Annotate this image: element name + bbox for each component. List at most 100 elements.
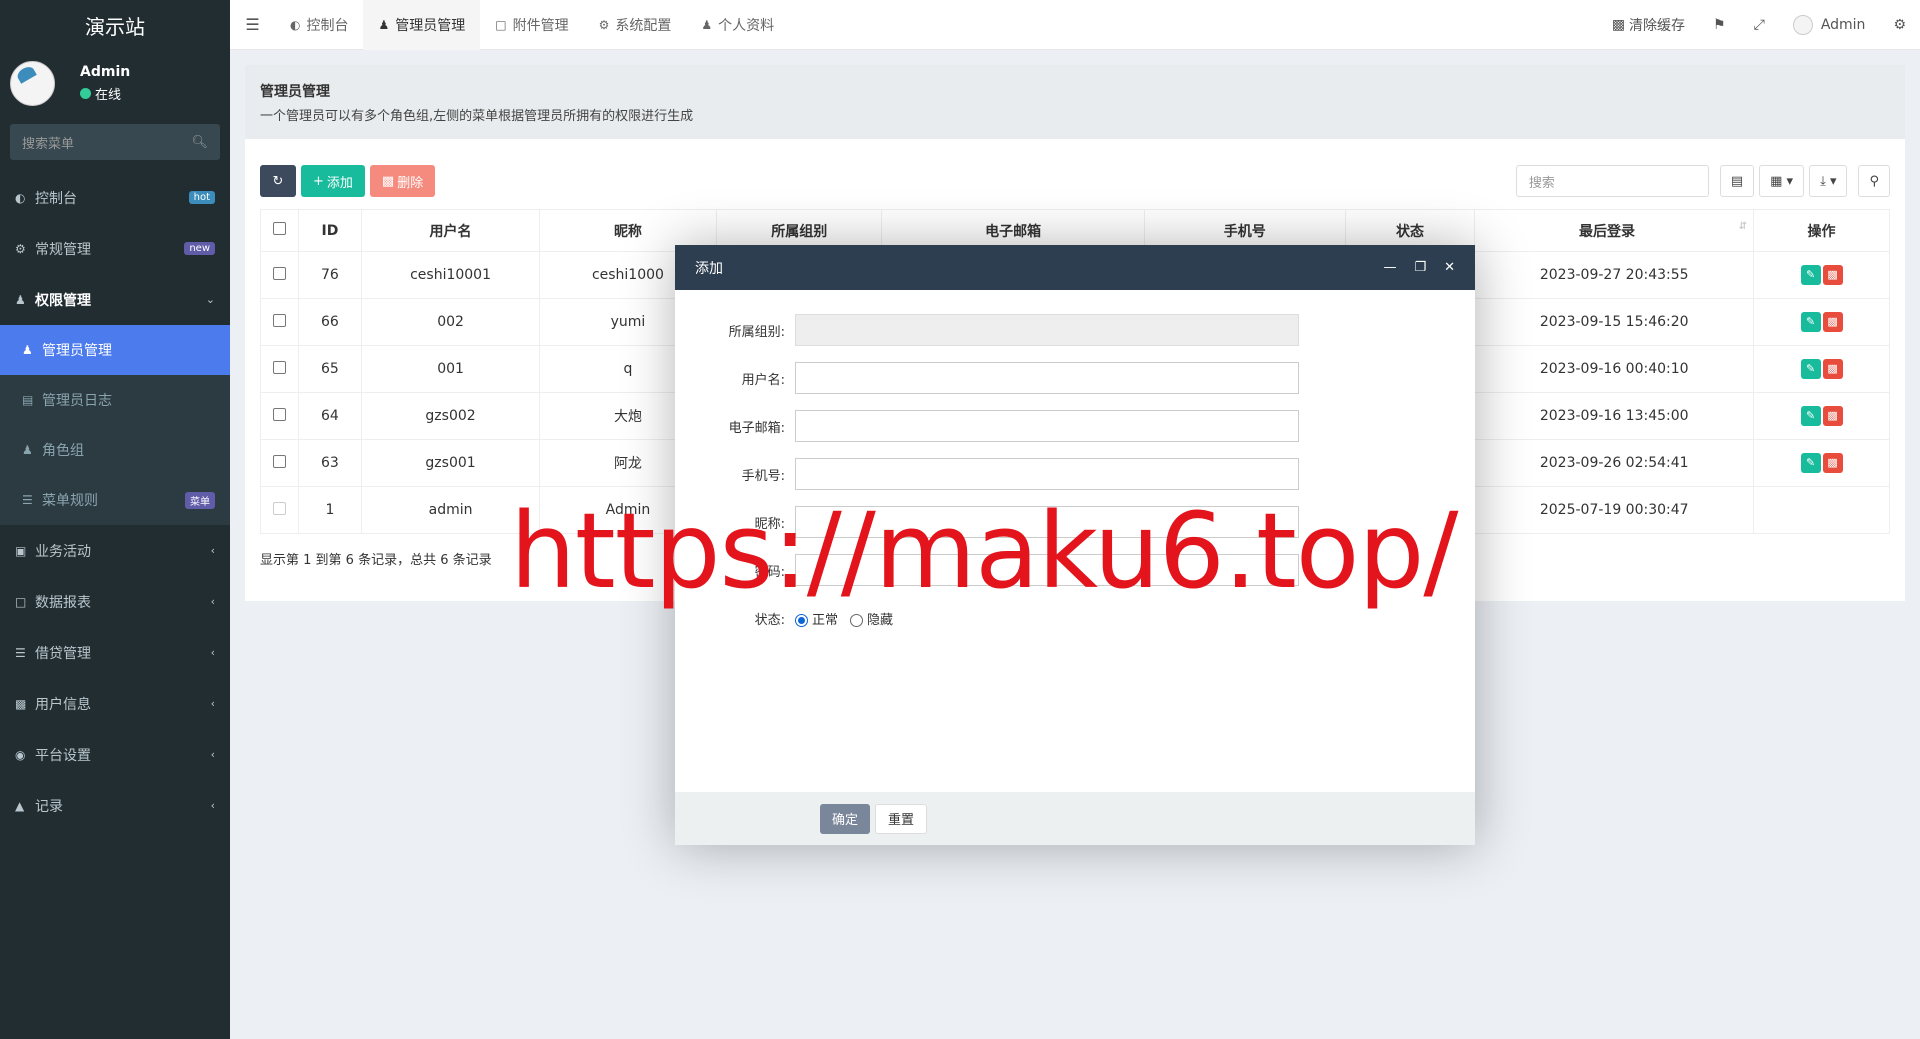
sidebar-item-business[interactable]: ▣ 业务活动 ‹ bbox=[0, 525, 230, 576]
reset-button[interactable]: 重置 bbox=[875, 803, 928, 834]
list-alt-icon: ▤ bbox=[22, 393, 34, 407]
nickname-label: 昵称: bbox=[754, 516, 785, 532]
menu-badge: 菜单 bbox=[185, 491, 215, 509]
sidebar-item-platform[interactable]: ◉ 平台设置 ‹ bbox=[0, 729, 230, 780]
user-icon: ♟ bbox=[701, 17, 713, 32]
dialog-footer: 确定 重置 bbox=[675, 792, 1475, 845]
brand-logo[interactable]: 演示站 bbox=[0, 0, 230, 50]
status-hidden-label: 隐藏 bbox=[867, 612, 894, 628]
group-select[interactable] bbox=[795, 314, 1299, 346]
status-radio-group: 正常 隐藏 bbox=[795, 609, 893, 628]
email-input[interactable] bbox=[795, 410, 1299, 442]
sidebar-item-dashboard[interactable]: ◐ 控制台 hot bbox=[0, 172, 230, 223]
address-book-icon: ▩ bbox=[15, 696, 27, 711]
user-panel: Admin 在线 bbox=[0, 50, 230, 116]
fullscreen-icon[interactable]: ⤢ bbox=[1740, 17, 1779, 33]
row-checkbox-disabled bbox=[272, 501, 286, 515]
sidebar-item-user-info[interactable]: ▩ 用户信息 ‹ bbox=[0, 678, 230, 729]
menu-toggle-icon[interactable]: ☰ bbox=[230, 15, 275, 34]
cell-username: ceshi10001 bbox=[361, 251, 540, 299]
tab-label: 控制台 bbox=[306, 17, 349, 34]
edit-icon[interactable]: ✎ bbox=[1800, 453, 1821, 473]
table-search-input[interactable]: 搜索 bbox=[1515, 165, 1709, 197]
user-menu[interactable]: Admin bbox=[1779, 14, 1880, 35]
sidebar-item-loans[interactable]: ☰ 借贷管理 ‹ bbox=[0, 627, 230, 678]
row-checkbox[interactable] bbox=[272, 266, 286, 280]
menu-search-input[interactable]: 搜索菜单 🔍︎ bbox=[10, 124, 220, 160]
radio-checked-icon[interactable] bbox=[795, 613, 808, 627]
sidebar-item-admin-log[interactable]: ▤ 管理员日志 bbox=[0, 375, 230, 425]
sidebar-item-reports[interactable]: □ 数据报表 ‹ bbox=[0, 576, 230, 627]
maximize-icon[interactable]: ❐ bbox=[1414, 260, 1426, 275]
edit-icon[interactable]: ✎ bbox=[1800, 359, 1821, 379]
trash-icon[interactable]: ▩ bbox=[1822, 265, 1843, 285]
dashboard-icon: ◐ bbox=[15, 190, 26, 205]
add-admin-form: 所属组别: 用户名: 电子邮箱: 手机号: 昵称: 密码: 状态: 正常 隐藏 bbox=[675, 290, 1475, 642]
cog-icon: ⚙ bbox=[598, 17, 610, 32]
sidebar-item-admin[interactable]: ♟ 管理员管理 bbox=[0, 325, 230, 375]
password-input[interactable] bbox=[795, 554, 1299, 586]
row-checkbox[interactable] bbox=[272, 360, 286, 374]
confirm-button[interactable]: 确定 bbox=[820, 803, 871, 834]
settings-gear-icon[interactable]: ⚙ bbox=[1879, 17, 1920, 33]
tab-dashboard[interactable]: ◐ 控制台 bbox=[275, 0, 363, 50]
toggle-view-button[interactable]: ▤ bbox=[1719, 165, 1755, 197]
auth-submenu: ♟ 管理员管理 ▤ 管理员日志 ♟ 角色组 ☰ 菜单规则 菜单 bbox=[0, 325, 230, 525]
phone-input[interactable] bbox=[795, 458, 1299, 490]
avatar bbox=[1792, 14, 1813, 35]
tab-config[interactable]: ⚙ 系统配置 bbox=[584, 0, 687, 50]
plus-icon: + bbox=[313, 173, 324, 189]
edit-icon[interactable]: ✎ bbox=[1800, 265, 1821, 285]
row-checkbox[interactable] bbox=[272, 313, 286, 327]
form-row-username: 用户名: bbox=[675, 354, 1475, 402]
sidebar-item-label: 菜单规则 bbox=[42, 493, 98, 509]
columns-button[interactable]: ▦ ▾ bbox=[1759, 165, 1805, 197]
cell-actions bbox=[1753, 486, 1890, 534]
row-checkbox[interactable] bbox=[272, 407, 286, 421]
nickname-input[interactable] bbox=[795, 506, 1299, 538]
refresh-button[interactable]: ↻ bbox=[260, 165, 296, 197]
close-icon[interactable]: ✕ bbox=[1444, 260, 1455, 275]
delete-button[interactable]: ▩ 删除 bbox=[369, 165, 436, 197]
column-header[interactable]: ID bbox=[297, 209, 363, 252]
column-header-sortable[interactable]: 最后登录 ⇵ bbox=[1474, 209, 1755, 252]
sidebar: 演示站 Admin 在线 搜索菜单 🔍︎ ◐ 控制台 hot ⚙ 常规管理 ne… bbox=[0, 0, 230, 1039]
language-icon[interactable]: ⚑ bbox=[1699, 17, 1740, 33]
status-normal-label: 正常 bbox=[812, 612, 839, 628]
cell-actions: ✎ ▩ bbox=[1753, 298, 1890, 346]
dialog-header[interactable]: 添加 — ❐ ✕ bbox=[675, 245, 1475, 290]
row-checkbox[interactable] bbox=[272, 454, 286, 468]
status-normal-option[interactable]: 正常 bbox=[795, 609, 838, 628]
trash-icon[interactable]: ▩ bbox=[1822, 453, 1843, 473]
sidebar-item-records[interactable]: ▲ 记录 ‹ bbox=[0, 780, 230, 831]
username-input[interactable] bbox=[795, 362, 1299, 394]
export-button[interactable]: ⤓ ▾ bbox=[1809, 165, 1848, 197]
trash-icon: ▩ bbox=[1611, 16, 1626, 33]
edit-icon[interactable]: ✎ bbox=[1800, 406, 1821, 426]
page-title: 管理员管理 bbox=[260, 84, 330, 100]
radio-unchecked-icon[interactable] bbox=[850, 613, 864, 627]
tab-profile[interactable]: ♟ 个人资料 bbox=[686, 0, 789, 50]
select-all-checkbox[interactable] bbox=[272, 222, 286, 235]
column-header[interactable]: 用户名 bbox=[361, 209, 540, 252]
minimize-icon[interactable]: — bbox=[1383, 260, 1396, 275]
sidebar-item-auth[interactable]: ♟ 权限管理 ⌄ bbox=[0, 274, 230, 325]
search-icon[interactable]: 🔍︎ bbox=[191, 135, 208, 150]
trash-icon[interactable]: ▩ bbox=[1822, 312, 1843, 332]
clear-cache-button[interactable]: ▩ 清除缓存 bbox=[1598, 15, 1699, 35]
hot-badge: hot bbox=[188, 191, 215, 204]
tab-label: 个人资料 bbox=[718, 17, 775, 34]
tab-attachments[interactable]: □ 附件管理 bbox=[480, 0, 583, 50]
sidebar-item-menu-rule[interactable]: ☰ 菜单规则 菜单 bbox=[0, 475, 230, 525]
status-hidden-option[interactable]: 隐藏 bbox=[850, 609, 893, 628]
sidebar-menu: ◐ 控制台 hot ⚙ 常规管理 new ♟ 权限管理 ⌄ ♟ 管理员管理 ▤ … bbox=[0, 172, 230, 831]
sidebar-item-role-group[interactable]: ♟ 角色组 bbox=[0, 425, 230, 475]
tab-admin[interactable]: ♟ 管理员管理 bbox=[363, 0, 481, 50]
advanced-search-button[interactable]: ⚲ bbox=[1858, 165, 1890, 197]
trash-icon[interactable]: ▩ bbox=[1822, 359, 1843, 379]
trash-icon[interactable]: ▩ bbox=[1822, 406, 1843, 426]
sidebar-item-general[interactable]: ⚙ 常规管理 new bbox=[0, 223, 230, 274]
edit-icon[interactable]: ✎ bbox=[1800, 312, 1821, 332]
chevron-left-icon: ‹ bbox=[210, 697, 215, 710]
add-button[interactable]: + 添加 bbox=[301, 165, 365, 197]
